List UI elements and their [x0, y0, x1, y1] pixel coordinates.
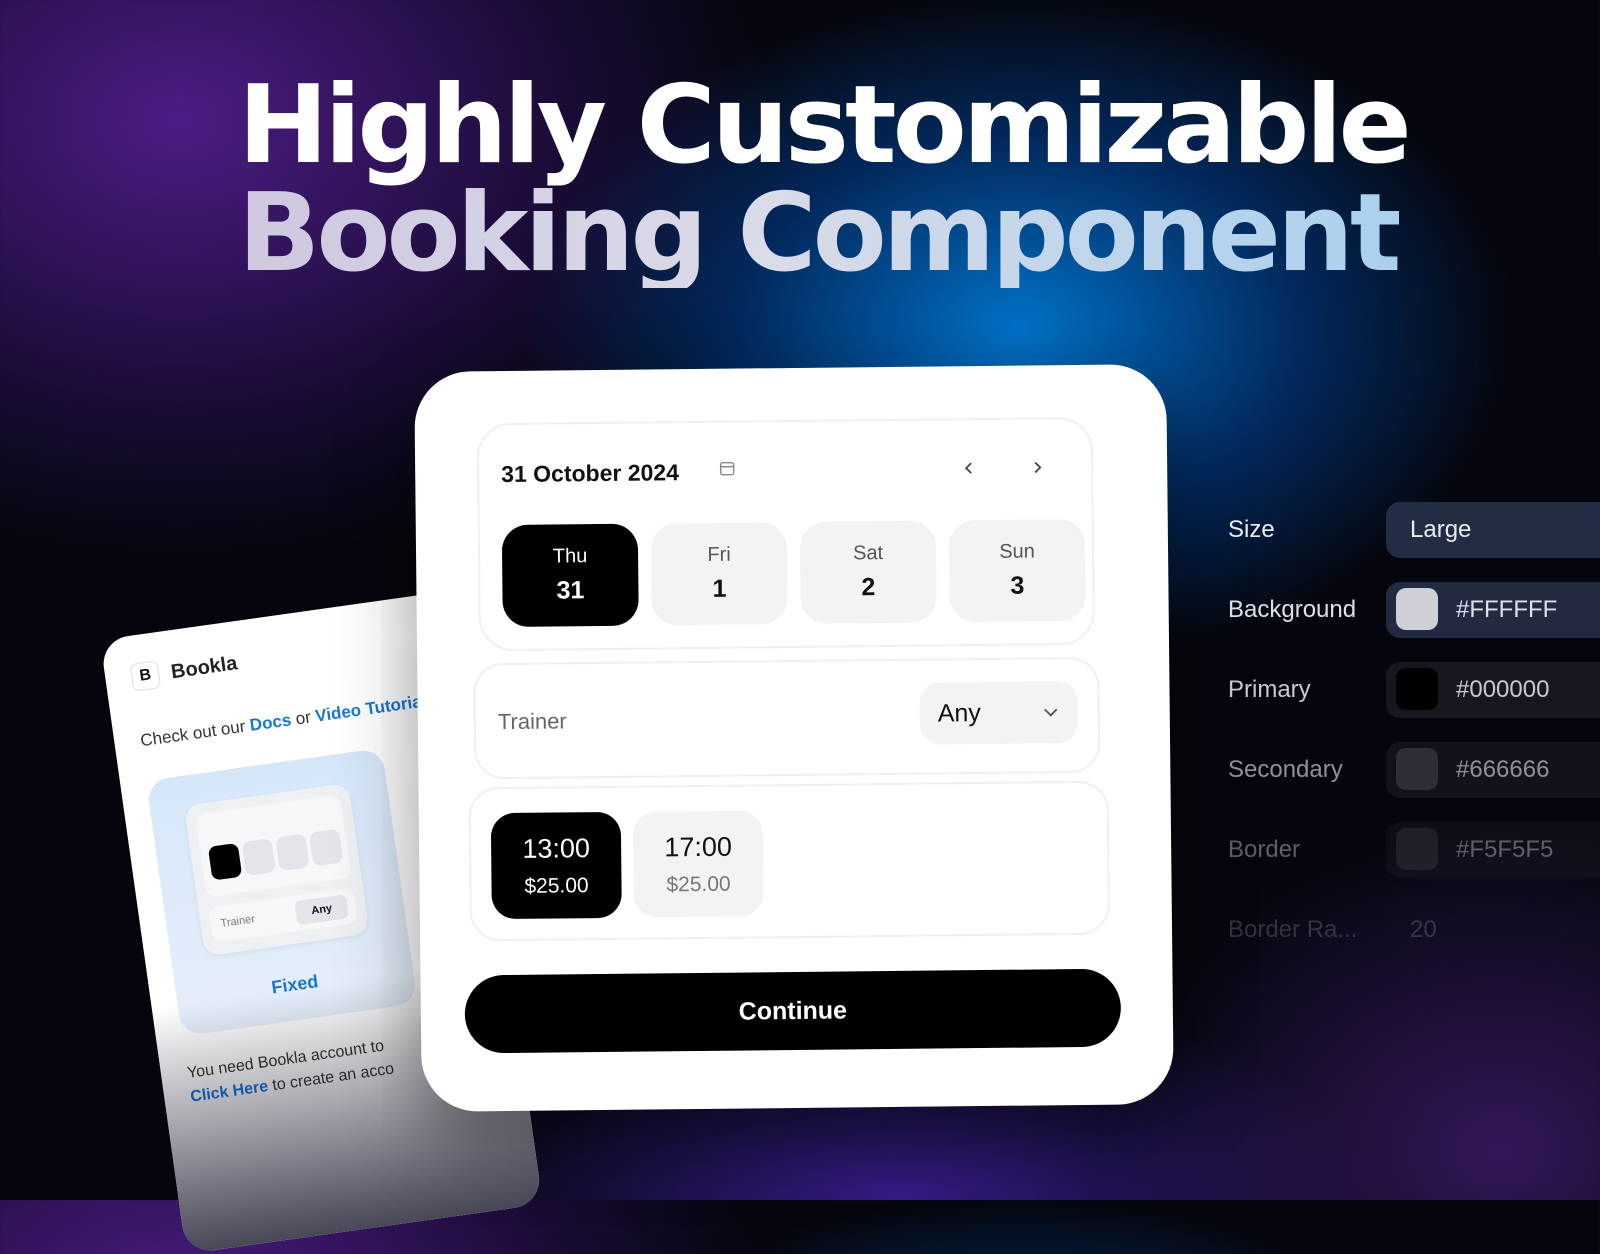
headline-line-2: Booking Component [238, 180, 1408, 288]
mini-day [309, 829, 343, 867]
headline: Highly Customizable Booking Component [238, 72, 1408, 288]
create-account-link[interactable]: Click Here [189, 1078, 269, 1106]
border-color-field[interactable]: #F5F5F5 [1386, 822, 1600, 878]
booking-card: 31 October 2024 Thu 31 Fri 1 Sat 2 [414, 364, 1174, 1112]
setting-value: 20 [1410, 916, 1437, 944]
color-swatch[interactable] [1396, 828, 1438, 870]
docs-intro-prefix: Check out our [139, 716, 251, 750]
day-number: 3 [1010, 572, 1024, 601]
headline-line-1: Highly Customizable [238, 63, 1408, 188]
day-weekday: Thu [553, 545, 588, 568]
bookla-logo-icon: B [130, 660, 162, 692]
setting-border: Border #F5F5F5 [1228, 822, 1600, 878]
color-swatch[interactable] [1396, 668, 1438, 710]
color-swatch[interactable] [1396, 588, 1438, 630]
docs-link[interactable]: Docs [249, 710, 293, 735]
trainer-panel: Trainer Any [473, 657, 1100, 780]
setting-label: Border [1228, 836, 1300, 864]
color-swatch[interactable] [1396, 748, 1438, 790]
previous-week-button[interactable] [957, 456, 981, 480]
setting-label: Secondary [1228, 756, 1343, 784]
background-color-field[interactable]: #FFFFFF [1386, 582, 1600, 638]
mini-trainer-row: Trainer Any [208, 887, 358, 943]
time-slot[interactable]: 13:00 $25.00 [491, 812, 622, 919]
day-weekday: Fri [707, 544, 731, 567]
chevron-left-icon [963, 461, 975, 475]
setting-value: #666666 [1456, 756, 1549, 784]
setting-label: Size [1228, 516, 1275, 544]
day-number: 2 [861, 573, 875, 602]
day-picker: Thu 31 Fri 1 Sat 2 Sun 3 [502, 519, 1086, 627]
docs-intro: Check out our Docs or Video Tutoria [139, 692, 423, 751]
slot-time: 17:00 [664, 831, 732, 863]
day-option[interactable]: Sat 2 [800, 521, 937, 624]
day-number: 1 [712, 575, 726, 604]
docs-intro-or: or [290, 707, 317, 729]
slot-price: $25.00 [666, 872, 730, 897]
date-panel: 31 October 2024 Thu 31 Fri 1 Sat 2 [477, 417, 1095, 651]
brand: B Bookla [130, 649, 240, 692]
day-option[interactable]: Thu 31 [502, 524, 639, 627]
time-slot[interactable]: 17:00 $25.00 [633, 810, 764, 917]
setting-size: Size Large [1228, 502, 1600, 558]
mini-day [275, 833, 309, 871]
day-number: 31 [556, 576, 584, 605]
setting-background: Background #FFFFFF [1228, 582, 1600, 638]
mini-trainer-label: Trainer [220, 913, 256, 930]
primary-color-field[interactable]: #000000 [1386, 662, 1600, 718]
fixed-label: Fixed [176, 958, 415, 1012]
chevron-down-icon [1042, 703, 1060, 721]
chevron-right-icon [1031, 460, 1043, 474]
setting-label: Background [1228, 596, 1356, 624]
brand-name: Bookla [170, 652, 239, 684]
trainer-label: Trainer [498, 708, 567, 735]
trainer-select-value: Any [938, 699, 981, 728]
setting-value: Large [1410, 516, 1471, 544]
border-radius-field[interactable]: 20 [1386, 902, 1600, 958]
setting-border-radius: Border Ra... 20 [1228, 902, 1600, 958]
mini-calendar [195, 794, 351, 898]
layout-preview-fixed[interactable]: Trainer Any Fixed [146, 748, 418, 1037]
mini-day [242, 838, 276, 876]
setting-label: Primary [1228, 676, 1311, 704]
time-slots-panel: 13:00 $25.00 17:00 $25.00 [468, 781, 1110, 942]
account-notice-line-1: You need Bookla account to [186, 1034, 393, 1086]
day-weekday: Sat [853, 542, 883, 565]
mini-trainer-select: Any [294, 894, 349, 925]
setting-value: #000000 [1456, 676, 1549, 704]
setting-value: #F5F5F5 [1456, 836, 1553, 864]
slot-time: 13:00 [522, 833, 590, 865]
setting-primary: Primary #000000 [1228, 662, 1600, 718]
calendar-icon[interactable] [719, 461, 735, 477]
video-tutorial-link[interactable]: Video Tutoria [314, 692, 423, 726]
account-notice: You need Bookla account to Click Here to… [186, 1034, 396, 1110]
day-weekday: Sun [999, 540, 1035, 563]
mini-booking-card: Trainer Any [184, 783, 370, 957]
next-week-button[interactable] [1025, 455, 1049, 479]
date-title: 31 October 2024 [501, 459, 679, 488]
time-slot-list: 13:00 $25.00 17:00 $25.00 [491, 810, 764, 919]
trainer-select[interactable]: Any [919, 681, 1078, 745]
account-notice-rest: to create an acco [267, 1060, 395, 1095]
continue-button[interactable]: Continue [464, 969, 1121, 1054]
setting-label: Border Ra... [1228, 916, 1357, 944]
setting-secondary: Secondary #666666 [1228, 742, 1600, 798]
day-option[interactable]: Sun 3 [949, 519, 1086, 622]
setting-value: #FFFFFF [1456, 596, 1557, 624]
slot-price: $25.00 [524, 874, 588, 899]
mini-day [208, 843, 242, 881]
size-select[interactable]: Large [1386, 502, 1600, 558]
day-option[interactable]: Fri 1 [651, 522, 788, 625]
account-notice-line-2: Click Here to create an acco [189, 1057, 396, 1109]
secondary-color-field[interactable]: #666666 [1386, 742, 1600, 798]
